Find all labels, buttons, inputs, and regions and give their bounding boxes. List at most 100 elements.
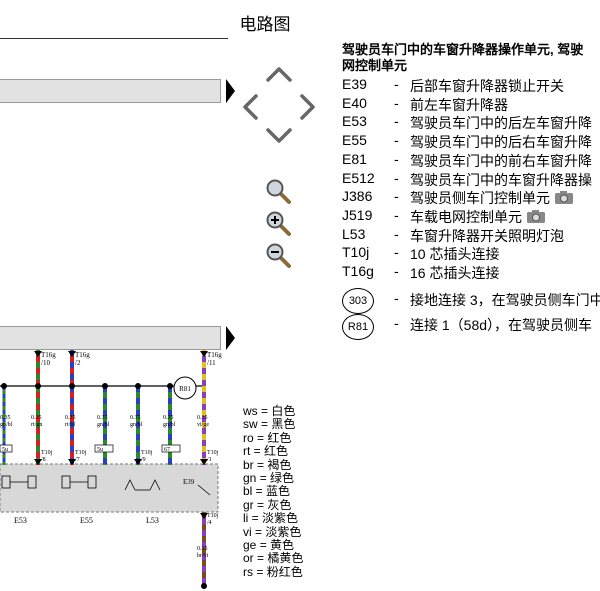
wire-size: 0.35: [130, 415, 141, 421]
color-key-item: br = 褐色: [243, 457, 292, 472]
legend-dash: -: [394, 113, 399, 130]
e39-label: E39: [183, 478, 195, 486]
camera-icon[interactable]: [550, 190, 574, 206]
expand-upper-arrow-icon[interactable]: [226, 79, 235, 103]
legend-desc: 车载电网控制单元: [410, 207, 546, 227]
legend-desc: 驾驶员车门中的后左车窗升降: [410, 113, 592, 133]
junction-dot: [167, 383, 173, 389]
color-name: 红色: [264, 444, 289, 459]
color-key-item: li = 淡紫色: [243, 511, 299, 526]
legend-code: E55: [342, 132, 367, 149]
legend-code: T16g: [342, 263, 374, 279]
wire-size: 0.35: [163, 415, 174, 421]
zoom-out-icon[interactable]: [265, 242, 293, 270]
wire-size: 0.35: [31, 415, 42, 421]
chevron-up-icon[interactable]: [264, 64, 294, 84]
chevron-down-icon[interactable]: [264, 126, 294, 146]
wire-color: br/vi: [197, 553, 209, 559]
legend-desc: 驾驶员车门中的车窗升降器操: [410, 170, 592, 190]
color-name: 灰色: [267, 497, 292, 512]
legend-desc-text: 驾驶员侧车门控制单元: [410, 190, 550, 207]
legend-code: E40: [342, 94, 367, 111]
t10j-pin: /4: [207, 520, 212, 526]
color-key-item: gn = 绿色: [243, 471, 295, 485]
t10j-label: T10j: [141, 450, 153, 456]
color-abbr: bl: [243, 484, 253, 499]
wire-size: 0.35: [97, 415, 108, 421]
connection-desc-303: 接地连接 3，在驾驶员侧车门中: [410, 292, 600, 308]
legend-heading-line1: 驾驶员车门中的车窗升降器操作单元, 驾驶: [342, 42, 584, 57]
color-key-item: or = 橘黄色: [243, 551, 304, 566]
legend-code: T10j: [342, 244, 370, 261]
legend-desc-text: 驾驶员车门中的前右车窗升降: [410, 152, 592, 169]
junction-dot: [201, 583, 207, 589]
legend-desc: 16 芯插头连接: [410, 263, 499, 283]
color-abbr: rt: [243, 444, 251, 459]
wiring-diagram: R81 T16g /10 T16g /2 T16g /11 0.35 gn/bl…: [0, 350, 222, 589]
color-name: 黑色: [271, 417, 296, 432]
legend-code: E512: [342, 169, 375, 186]
color-abbr: rs: [243, 564, 253, 579]
camera-icon[interactable]: [522, 209, 546, 225]
r81-label: R81: [179, 385, 191, 393]
wire-size: 0.35: [197, 546, 208, 552]
t16g-pin: /11: [207, 359, 216, 367]
color-name: 白色: [271, 404, 296, 418]
t16g-label: T16g: [41, 351, 56, 359]
color-abbr: li: [243, 511, 249, 526]
legend-code: E53: [342, 113, 367, 130]
t10j-pin: /1: [207, 457, 212, 463]
t10j-label: T10j: [41, 450, 53, 456]
t10j-label: T10j: [207, 450, 219, 456]
magnifier-icon[interactable]: [265, 178, 293, 206]
color-key-item: ro = 红色: [243, 430, 292, 445]
page-title: 电路图: [239, 15, 291, 34]
wire-color: gn/bl: [130, 422, 143, 428]
legend-desc: 10 芯插头连接: [410, 244, 499, 264]
legend-dash: -: [394, 263, 399, 279]
color-abbr: ro: [243, 430, 254, 445]
wire-labels: 0.35 gn/bl 0.35 rt/gn 0.35 rt/bl 0.35 gn…: [0, 415, 209, 428]
chevron-right-icon[interactable]: [296, 92, 318, 122]
legend-dash: -: [394, 188, 399, 205]
legend-code: L53: [342, 225, 366, 242]
legend-desc: 驾驶员侧车门控制单元: [410, 188, 574, 208]
e55-label: E55: [80, 516, 93, 525]
legend-desc: 后部车窗升降器锁止开关: [410, 76, 564, 96]
zoom-in-icon[interactable]: [265, 210, 293, 238]
color-abbr: sw: [243, 417, 258, 432]
legend-dash: -: [394, 315, 399, 331]
legend-desc-text: 16 芯插头连接: [410, 265, 500, 281]
color-key-item: rs = 粉红色: [243, 564, 303, 579]
ref-box-label: 5u: [2, 447, 8, 453]
chevron-left-icon[interactable]: [240, 92, 262, 122]
junction-dot: [1, 383, 7, 389]
color-name: 淡紫色: [265, 524, 302, 539]
legend-dash: -: [394, 290, 399, 306]
color-abbr: gr: [243, 497, 254, 512]
legend-code: E81: [342, 150, 367, 167]
connection-desc-r81: 连接 1（58d），在驾驶员侧车: [410, 317, 593, 333]
t10j-label: T10j: [207, 513, 219, 519]
legend-desc: 前左车窗升降器: [410, 95, 508, 115]
t16g-pin: /2: [75, 359, 81, 367]
color-name: 粉红色: [266, 564, 303, 579]
legend-desc: 车窗升降器开关照明灯泡: [410, 226, 564, 246]
wire-size: 0.35: [197, 415, 208, 421]
t10j-pin: /9: [141, 457, 146, 463]
legend-code: J519: [342, 206, 373, 223]
upper-panel-bar: [0, 79, 221, 103]
legend-dash: -: [394, 76, 399, 92]
legend-dash: -: [394, 206, 399, 223]
legend-code: E39: [342, 76, 367, 92]
color-abbr: or: [243, 551, 254, 566]
legend-heading-line2: 网控制单元: [342, 58, 408, 73]
color-name: 蓝色: [266, 484, 291, 499]
legend-dash: -: [394, 169, 399, 186]
ref-box-label: 67: [164, 447, 170, 453]
legend-heading: 驾驶员车门中的车窗升降器操作单元, 驾驶 网控制单元: [342, 42, 583, 74]
color-abbr: vi: [243, 524, 252, 539]
color-name: 绿色: [270, 471, 295, 485]
wire-color: vi/ge: [197, 422, 209, 428]
t16g-label: T16g: [75, 351, 90, 359]
